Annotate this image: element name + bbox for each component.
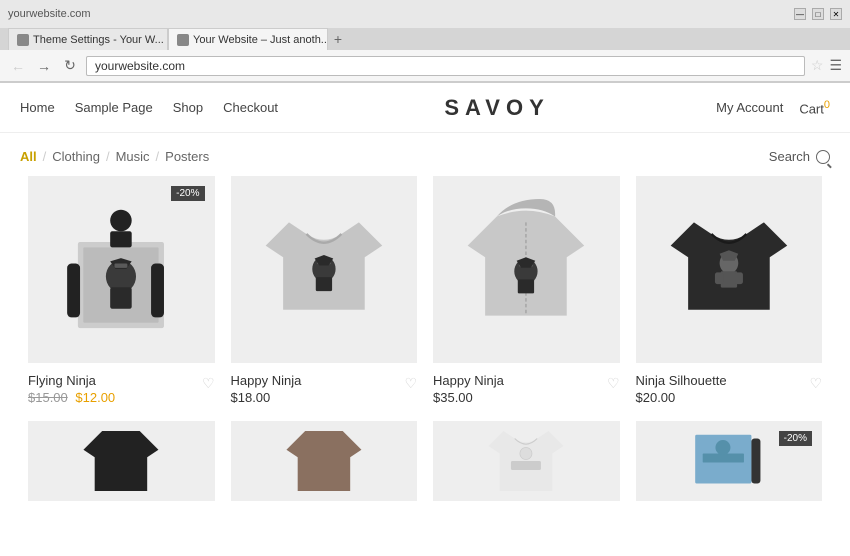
page-content: Home Sample Page Shop Checkout SAVOY My … — [0, 83, 850, 527]
site-logo: SAVOY — [278, 95, 716, 121]
product-image-1[interactable]: -20% — [28, 176, 215, 363]
tab-favicon-1 — [17, 34, 29, 46]
bookmark-icon[interactable]: ☆ — [811, 57, 824, 74]
product-price-4: $20.00 — [636, 390, 810, 405]
separator-1: / — [43, 149, 47, 164]
product-image-4[interactable] — [636, 176, 823, 363]
nav-home[interactable]: Home — [20, 100, 55, 115]
search-label: Search — [769, 149, 810, 164]
title-bar: yourwebsite.com — □ ✕ — [0, 0, 850, 28]
nav-checkout[interactable]: Checkout — [223, 100, 278, 115]
category-filters: All / Clothing / Music / Posters — [20, 149, 209, 164]
category-clothing[interactable]: Clothing — [52, 149, 100, 164]
minimize-button[interactable]: — — [794, 8, 806, 20]
nav-links: Home Sample Page Shop Checkout — [20, 100, 278, 115]
product-card-3: Happy Ninja $35.00 ♡ — [425, 176, 628, 421]
product-card-6 — [223, 421, 426, 527]
product-price-1: $15.00 $12.00 — [28, 390, 202, 405]
new-tab-button[interactable]: + — [328, 28, 348, 50]
product-text-4: Ninja Silhouette $20.00 — [636, 373, 810, 405]
category-bar: All / Clothing / Music / Posters Search — [0, 133, 850, 176]
search-button[interactable]: Search — [769, 149, 830, 164]
wishlist-btn-3[interactable]: ♡ — [607, 375, 620, 392]
product-svg-4 — [659, 199, 799, 339]
wishlist-btn-2[interactable]: ♡ — [404, 375, 417, 392]
category-posters[interactable]: Posters — [165, 149, 209, 164]
product-image-5[interactable] — [28, 421, 215, 501]
wishlist-btn-4[interactable]: ♡ — [809, 375, 822, 392]
my-account-link[interactable]: My Account — [716, 100, 783, 115]
product-image-8[interactable]: -20% — [636, 421, 823, 501]
window-controls: — □ ✕ — [794, 8, 842, 20]
products-grid: -20% — [0, 176, 850, 527]
price-old-1: $15.00 — [28, 390, 68, 405]
price-new-1: $12.00 — [75, 390, 115, 405]
product-bottom-1: Flying Ninja $15.00 $12.00 ♡ — [28, 373, 215, 405]
product-card-1: -20% — [20, 176, 223, 421]
nav-right: My Account Cart0 — [716, 99, 830, 116]
url-text: yourwebsite.com — [95, 59, 185, 73]
separator-3: / — [156, 149, 160, 164]
product-bottom-3: Happy Ninja $35.00 ♡ — [433, 373, 620, 405]
product-card-2: Happy Ninja $18.00 ♡ — [223, 176, 426, 421]
product-svg-7 — [456, 431, 596, 491]
product-image-3[interactable] — [433, 176, 620, 363]
tab-2[interactable]: Your Website – Just anoth... ✕ — [168, 28, 328, 50]
product-card-7 — [425, 421, 628, 527]
back-button[interactable]: ← — [8, 56, 28, 76]
product-image-7[interactable] — [433, 421, 620, 501]
product-svg-3 — [456, 199, 596, 339]
product-card-8: -20% — [628, 421, 831, 527]
product-name-3: Happy Ninja — [433, 373, 607, 388]
product-text-3: Happy Ninja $35.00 — [433, 373, 607, 405]
product-svg-6 — [254, 431, 394, 491]
search-icon — [816, 150, 830, 164]
product-bottom-4: Ninja Silhouette $20.00 ♡ — [636, 373, 823, 405]
window-title: yourwebsite.com — [8, 8, 91, 20]
category-all[interactable]: All — [20, 149, 37, 164]
product-name-2: Happy Ninja — [231, 373, 405, 388]
tabs-bar: Theme Settings - Your W... ✕ Your Websit… — [0, 28, 850, 50]
menu-icon[interactable]: ☰ — [829, 57, 842, 74]
product-bottom-2: Happy Ninja $18.00 ♡ — [231, 373, 418, 405]
tab-2-label: Your Website – Just anoth... — [193, 34, 328, 46]
category-music[interactable]: Music — [116, 149, 150, 164]
product-text-1: Flying Ninja $15.00 $12.00 — [28, 373, 202, 405]
tab-1-label: Theme Settings - Your W... — [33, 34, 164, 46]
product-svg-5 — [51, 431, 191, 491]
browser-chrome: yourwebsite.com — □ ✕ Theme Settings - Y… — [0, 0, 850, 83]
discount-badge-1: -20% — [171, 186, 204, 201]
product-svg-1 — [51, 199, 191, 339]
product-image-6[interactable] — [231, 421, 418, 501]
cart-link[interactable]: Cart0 — [799, 99, 830, 116]
url-bar[interactable]: yourwebsite.com — [86, 56, 805, 76]
product-price-2: $18.00 — [231, 390, 405, 405]
maximize-button[interactable]: □ — [812, 8, 824, 20]
product-text-2: Happy Ninja $18.00 — [231, 373, 405, 405]
nav-sample-page[interactable]: Sample Page — [75, 100, 153, 115]
refresh-button[interactable]: ↻ — [60, 56, 80, 76]
tab-favicon-2 — [177, 34, 189, 46]
cart-count: 0 — [824, 99, 830, 111]
separator-2: / — [106, 149, 110, 164]
nav-shop[interactable]: Shop — [173, 100, 203, 115]
discount-badge-8: -20% — [779, 431, 812, 446]
address-bar: ← → ↻ yourwebsite.com ☆ ☰ — [0, 50, 850, 82]
product-image-2[interactable] — [231, 176, 418, 363]
product-name-4: Ninja Silhouette — [636, 373, 810, 388]
product-svg-2 — [254, 199, 394, 339]
product-name-1: Flying Ninja — [28, 373, 202, 388]
forward-button[interactable]: → — [34, 56, 54, 76]
top-nav: Home Sample Page Shop Checkout SAVOY My … — [0, 83, 850, 133]
product-card-5 — [20, 421, 223, 527]
wishlist-btn-1[interactable]: ♡ — [202, 375, 215, 392]
tab-1[interactable]: Theme Settings - Your W... ✕ — [8, 28, 168, 50]
product-price-3: $35.00 — [433, 390, 607, 405]
product-card-4: Ninja Silhouette $20.00 ♡ — [628, 176, 831, 421]
close-button[interactable]: ✕ — [830, 8, 842, 20]
